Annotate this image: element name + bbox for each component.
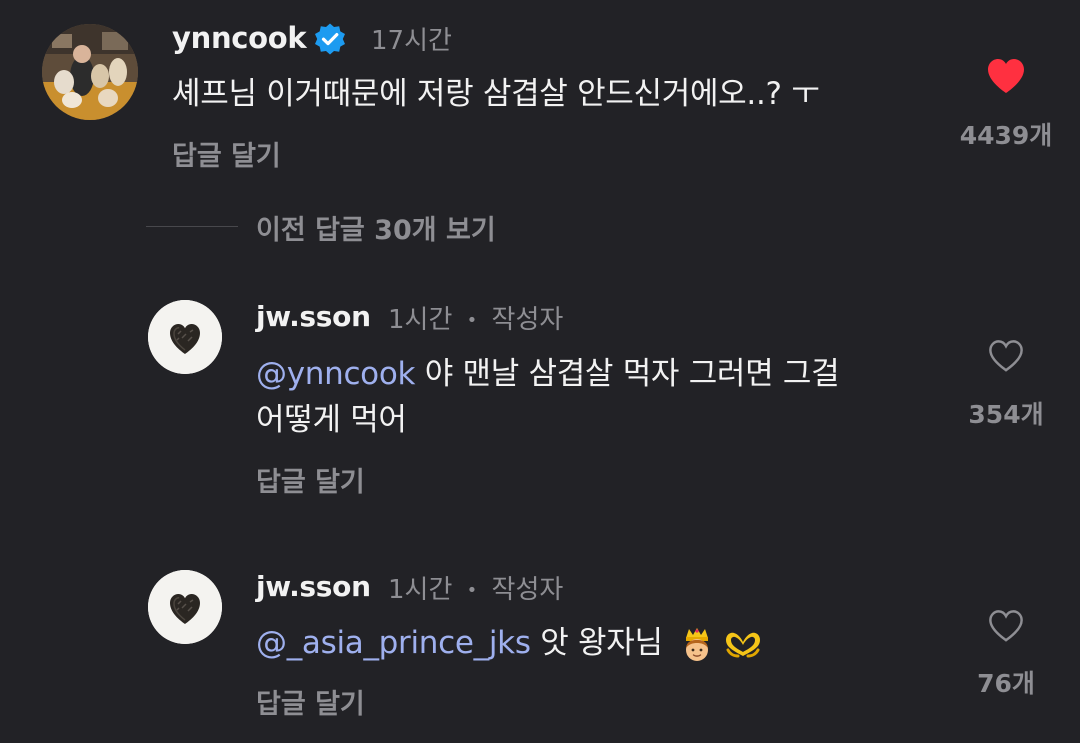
like-count: 4439개 [959, 121, 1053, 150]
reply-text: @ynncook 야 맨날 삼겹살 먹자 그러면 그걸 어떻게 먹어 [256, 351, 840, 443]
reply-meta: 1시간 • 작성자 [388, 299, 563, 336]
comment-username[interactable]: ynncook [172, 21, 307, 55]
divider-line [146, 226, 238, 227]
verified-badge-icon [315, 23, 345, 55]
like-count: 76개 [977, 669, 1035, 698]
heart-filled-icon[interactable] [985, 57, 1027, 95]
separator-dot: • [466, 580, 478, 601]
mention-link[interactable]: @ynncook [256, 356, 415, 392]
reply-text-line1: 앗 왕자님 [530, 625, 663, 661]
like-count: 354개 [968, 400, 1044, 429]
reply-button[interactable]: 답글 달기 [256, 682, 365, 721]
heart-outline-icon[interactable] [986, 338, 1026, 374]
reply-meta: 1시간 • 작성자 [388, 569, 563, 606]
avatar-jw-sson[interactable] [148, 570, 222, 644]
reply-button[interactable]: 답글 달기 [172, 134, 281, 173]
reply-text: @_asia_prince_jks 앗 왕자님 [256, 620, 764, 666]
heart-logo-icon [148, 300, 222, 374]
reply-timestamp: 1시간 [388, 305, 453, 335]
comment-text: 셰프님 이거때문에 저랑 삼겹살 안드신거에오..? ㅜ [172, 76, 820, 112]
heart-hands-emoji-icon [726, 632, 761, 657]
heart-outline-icon[interactable] [986, 608, 1026, 644]
reply-username[interactable]: jw.sson [256, 570, 371, 603]
mention-link[interactable]: @_asia_prince_jks [256, 625, 531, 661]
reply-username[interactable]: jw.sson [256, 300, 371, 333]
reply-text-line1: 야 맨날 삼겹살 먹자 그러면 그걸 [415, 356, 840, 392]
reply-timestamp: 1시간 [388, 575, 453, 605]
comment-timestamp: 17시간 [371, 26, 452, 56]
reply-button[interactable]: 답글 달기 [256, 460, 365, 499]
avatar-photo [42, 24, 138, 120]
reply-text-line2: 어떻게 먹어 [256, 402, 407, 438]
view-previous-replies-button[interactable]: 이전 답글 30개 보기 [256, 208, 496, 247]
avatar-jw-sson[interactable] [148, 300, 222, 374]
mention-text: @_asia_prince_jks [256, 625, 531, 661]
separator-dot: • [466, 310, 478, 331]
avatar-ynncook[interactable] [42, 24, 138, 120]
comments-thread: ynncook 17시간 셰프님 이거때문에 저랑 삼겹살 안드신거에오..? … [0, 0, 1080, 743]
prince-emoji-icon [686, 627, 709, 661]
author-badge: 작성자 [491, 305, 564, 335]
mention-text: @ynncook [256, 356, 416, 392]
author-badge: 작성자 [491, 575, 564, 605]
heart-logo-icon [148, 570, 222, 644]
